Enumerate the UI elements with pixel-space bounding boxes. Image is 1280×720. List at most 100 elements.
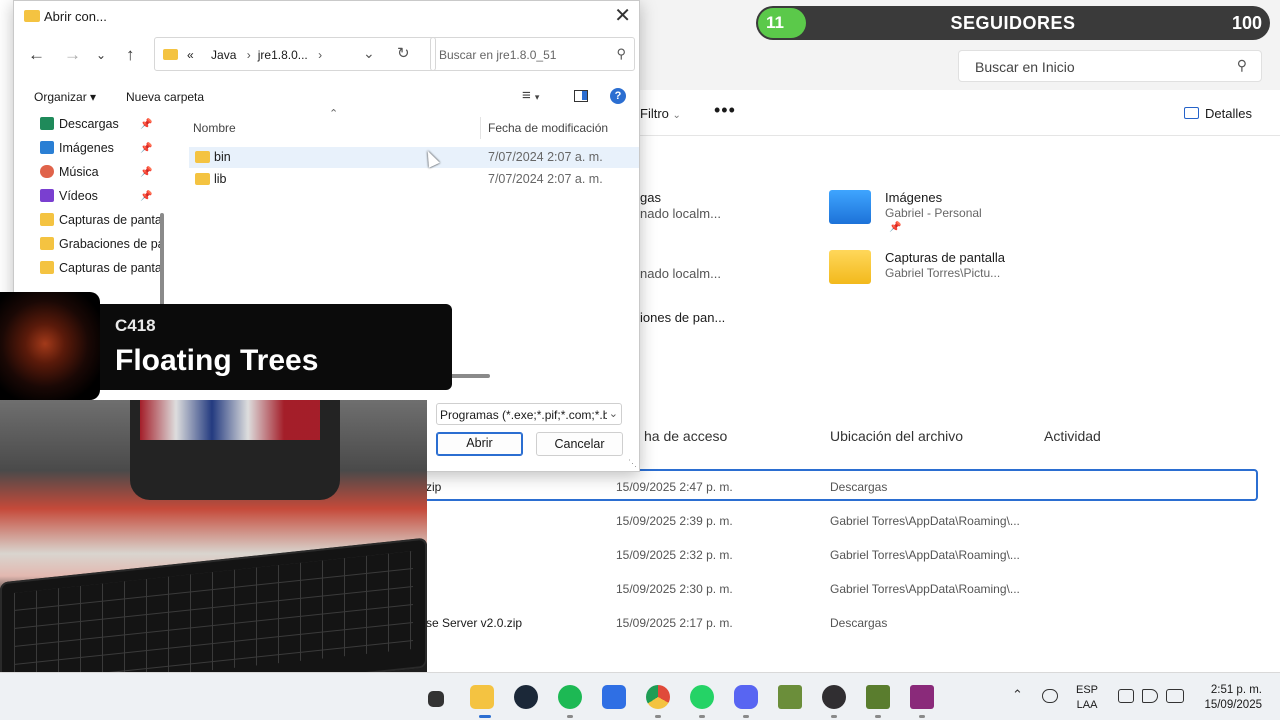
breadcrumb-jre[interactable]: jre1.8.0... — [258, 48, 308, 62]
forward-arrow-icon[interactable]: → — [64, 45, 81, 65]
onedrive-icon[interactable] — [1042, 689, 1058, 703]
column-access-date[interactable]: ha de acceso — [644, 428, 727, 444]
album-art — [0, 292, 100, 400]
minecraft-icon[interactable] — [778, 685, 802, 709]
resize-grip-icon[interactable]: ⋱ — [628, 458, 637, 469]
dialog-navigation-bar: ← → ⌄ ↑ « Java › jre1.8.0... › ⌄ ↻ Buscar… — [14, 37, 639, 77]
search-icon: ⚲ — [616, 46, 626, 61]
discord-icon[interactable] — [734, 685, 758, 709]
network-icon[interactable] — [1118, 689, 1134, 703]
minecraft-launcher-icon[interactable] — [866, 685, 890, 709]
explorer-search-input[interactable]: Buscar en Inicio ⚲ — [958, 50, 1262, 82]
file-explorer-icon[interactable] — [470, 685, 494, 709]
winrar-icon[interactable] — [910, 685, 934, 709]
file-type-select[interactable]: Programas (*.exe;*.pif;*.com;*.b ⌄ — [436, 403, 622, 425]
recent-file-row[interactable]: se Server v2.0.zip 15/09/2025 2:17 p. m.… — [400, 607, 1260, 639]
download-icon — [40, 117, 54, 130]
running-indicator — [831, 715, 837, 718]
recent-file-date: 15/09/2025 2:17 p. m. — [616, 616, 733, 630]
recent-file-row[interactable]: 15/09/2025 2:30 p. m. Gabriel Torres\App… — [400, 573, 1260, 605]
sidebar-item-label: Grabaciones de pantalla — [59, 237, 160, 251]
folder-icon — [829, 250, 871, 284]
column-divider[interactable] — [480, 117, 481, 139]
obs-icon[interactable] — [822, 685, 846, 709]
help-icon[interactable]: ? — [610, 88, 626, 104]
pin-icon: 📌 — [140, 191, 153, 202]
favorite-name: Capturas de pantalla — [885, 250, 1005, 265]
folder-icon — [40, 261, 54, 274]
address-bar[interactable]: « Java › jre1.8.0... › ⌄ ↻ — [154, 37, 436, 71]
recent-file-location: Descargas — [830, 480, 888, 494]
folder-icon — [163, 49, 178, 60]
recent-file-location: Gabriel Torres\AppData\Roaming\... — [830, 514, 1020, 528]
refresh-icon[interactable]: ↻ — [397, 44, 410, 62]
sidebar-item-screenshots-2[interactable]: Capturas de pantalla — [40, 261, 160, 281]
breadcrumb-overflow[interactable]: « — [187, 48, 194, 62]
now-playing-title: Floating Trees — [115, 344, 319, 377]
chevron-down-icon[interactable]: ⌄ — [363, 45, 375, 62]
recent-file-date: 15/09/2025 2:30 p. m. — [616, 582, 733, 596]
new-folder-button[interactable]: Nueva carpeta — [126, 90, 204, 104]
details-pane-button[interactable]: Detalles — [1184, 106, 1252, 121]
open-button[interactable]: Abrir — [436, 432, 523, 456]
recent-file-location: Gabriel Torres\AppData\Roaming\... — [830, 582, 1020, 596]
column-activity[interactable]: Actividad — [1044, 428, 1101, 444]
recent-file-row[interactable]: 15/09/2025 2:39 p. m. Gabriel Torres\App… — [400, 505, 1260, 537]
clock-time: 2:51 p. m. — [1210, 684, 1262, 696]
more-options-button[interactable]: ••• — [714, 100, 736, 121]
favorite-item[interactable]: Imágenes Gabriel - Personal 📌 — [829, 190, 1089, 234]
column-header-name[interactable]: Nombre — [193, 121, 236, 135]
webcam-flag-print — [140, 400, 320, 440]
pin-icon: 📌 — [889, 222, 902, 233]
spotify-icon[interactable] — [558, 685, 582, 709]
now-playing-artist: C418 — [115, 316, 156, 335]
pin-icon: 📌 — [140, 119, 153, 130]
sidebar-item-screen-recordings[interactable]: Grabaciones de pantalla — [40, 237, 160, 257]
favorite-item[interactable]: Capturas de pantalla Gabriel Torres\Pict… — [829, 250, 1089, 294]
system-clock[interactable]: 2:51 p. m. 15/09/2025 — [1196, 683, 1262, 713]
cancel-button[interactable]: Cancelar — [536, 432, 623, 456]
back-arrow-icon[interactable]: ← — [28, 45, 45, 65]
language-indicator[interactable]: ESP LAA — [1076, 683, 1098, 713]
dialog-search-input[interactable]: Buscar en jre1.8.0_51 ⚲ — [430, 37, 635, 71]
recent-file-row[interactable]: zip 15/09/2025 2:47 p. m. Descargas — [412, 469, 1258, 501]
organize-button[interactable]: Organizar ▾ — [34, 90, 96, 104]
active-indicator — [479, 715, 491, 718]
chevron-down-icon: ⌄ — [606, 407, 618, 420]
sidebar-item-screenshots[interactable]: Capturas de pantalla — [40, 213, 160, 233]
music-icon — [40, 165, 54, 178]
recent-file-date: 15/09/2025 2:39 p. m. — [616, 514, 733, 528]
steam-icon[interactable] — [514, 685, 538, 709]
view-options-icon[interactable]: ≡ ▾ — [522, 87, 539, 104]
clock-date: 15/09/2025 — [1204, 699, 1262, 711]
chevron-down-icon[interactable]: ⌄ — [96, 48, 106, 62]
recent-file-location: Gabriel Torres\AppData\Roaming\... — [830, 548, 1020, 562]
up-arrow-icon[interactable]: ↑ — [126, 45, 135, 65]
recent-file-row[interactable]: 15/09/2025 2:32 p. m. Gabriel Torres\App… — [400, 539, 1260, 571]
show-hidden-icons-icon[interactable]: ⌃ — [1012, 687, 1023, 703]
roblox-icon[interactable] — [602, 685, 626, 709]
quick-access-fragment: gas — [640, 190, 661, 205]
close-icon[interactable]: ✕ — [614, 3, 631, 28]
file-row[interactable]: bin 7/07/2024 2:07 a. m. — [189, 147, 639, 168]
filter-button[interactable]: Filtro ⌄ — [640, 106, 681, 121]
preview-pane-icon[interactable] — [574, 90, 588, 102]
column-header-date[interactable]: Fecha de modificación — [488, 121, 608, 135]
running-indicator — [655, 715, 661, 718]
follower-goal: 100 — [1231, 13, 1262, 33]
sidebar-item-label: Música — [59, 165, 99, 179]
column-file-location[interactable]: Ubicación del archivo — [830, 428, 963, 444]
file-row[interactable]: lib 7/07/2024 2:07 a. m. — [189, 169, 639, 190]
task-view-icon[interactable] — [428, 691, 444, 707]
search-icon: ⚲ — [1236, 57, 1247, 73]
battery-icon[interactable] — [1166, 689, 1184, 703]
breadcrumb-java[interactable]: Java — [211, 48, 236, 62]
whatsapp-icon[interactable] — [690, 685, 714, 709]
favorite-subtitle: Gabriel - Personal — [885, 206, 982, 220]
chrome-icon[interactable] — [646, 685, 670, 709]
pictures-icon — [40, 141, 54, 154]
details-label: Detalles — [1205, 106, 1252, 121]
taskbar: ⌃ ESP LAA 2:51 p. m. 15/09/2025 — [0, 672, 1280, 720]
volume-icon[interactable] — [1142, 689, 1158, 703]
folder-icon — [195, 151, 210, 163]
